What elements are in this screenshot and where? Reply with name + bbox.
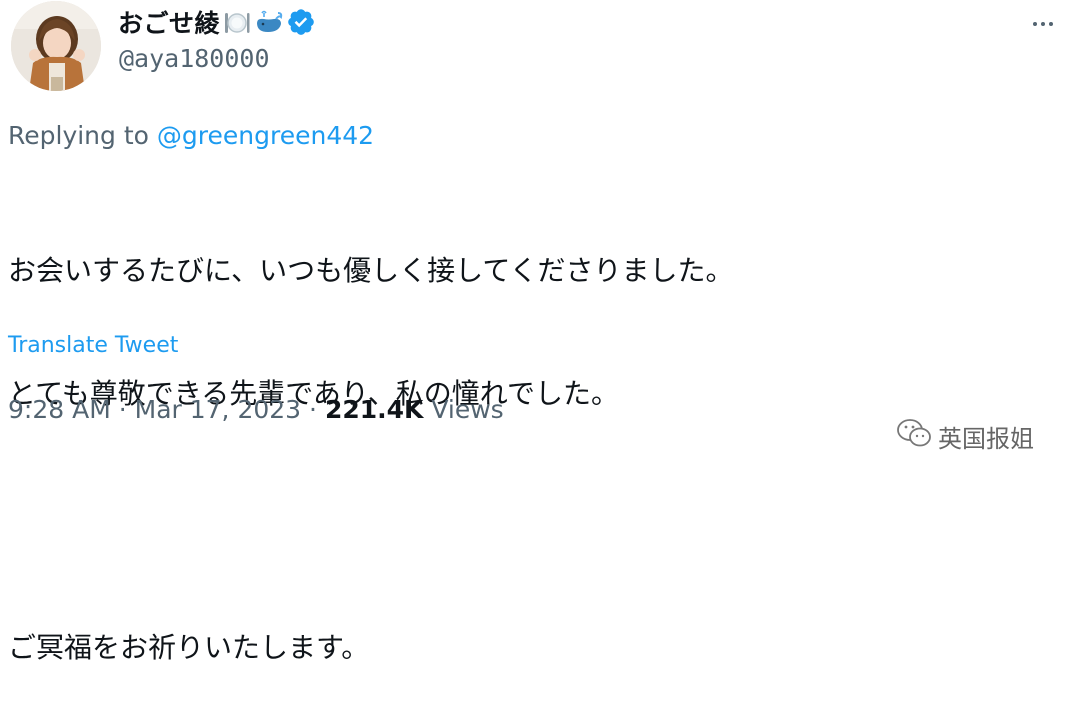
more-options-button[interactable] bbox=[1021, 16, 1065, 32]
reply-mention-link[interactable]: @greengreen442 bbox=[157, 121, 374, 150]
fork-knife-plate-icon bbox=[222, 7, 252, 37]
separator: · bbox=[118, 395, 127, 424]
views-label: Views bbox=[431, 395, 504, 424]
verified-badge-icon bbox=[286, 7, 316, 37]
tweet-line: ご冥福をお祈りいたします。 bbox=[8, 631, 370, 664]
wechat-icon bbox=[896, 418, 932, 454]
avatar[interactable] bbox=[11, 1, 101, 91]
replying-to-label: Replying to bbox=[8, 121, 149, 150]
tweet-header: おごせ綾 @aya180000 bbox=[8, 0, 1074, 96]
display-name[interactable]: おごせ綾 bbox=[118, 4, 220, 40]
watermark: 英国报姐 bbox=[896, 418, 1034, 454]
user-handle[interactable]: @aya180000 bbox=[119, 44, 270, 73]
name-row: おごせ綾 bbox=[118, 4, 316, 40]
avatar-photo bbox=[11, 1, 101, 91]
dot-icon bbox=[1033, 22, 1037, 26]
replying-to: Replying to @greengreen442 bbox=[8, 121, 374, 150]
tweet-date[interactable]: Mar 17, 2023 bbox=[135, 395, 301, 424]
dot-icon bbox=[1041, 22, 1045, 26]
tweet-time[interactable]: 9:28 AM bbox=[8, 395, 111, 424]
tweet-line: お会いするたびに、いつも優しく接してくださりました。 bbox=[8, 254, 734, 287]
tweet-meta: 9:28 AM · Mar 17, 2023 · 221.4K Views bbox=[8, 395, 504, 424]
watermark-text: 英国报姐 bbox=[938, 424, 1034, 453]
whale-icon bbox=[254, 7, 284, 37]
tweet-text: お会いするたびに、いつも優しく接してくださりました。 とても尊敬できる先輩であり… bbox=[8, 168, 1008, 709]
separator: · bbox=[309, 395, 317, 424]
views-count: 221.4K bbox=[324, 395, 424, 424]
translate-tweet-button[interactable]: Translate Tweet bbox=[8, 333, 178, 358]
dot-icon bbox=[1049, 22, 1053, 26]
